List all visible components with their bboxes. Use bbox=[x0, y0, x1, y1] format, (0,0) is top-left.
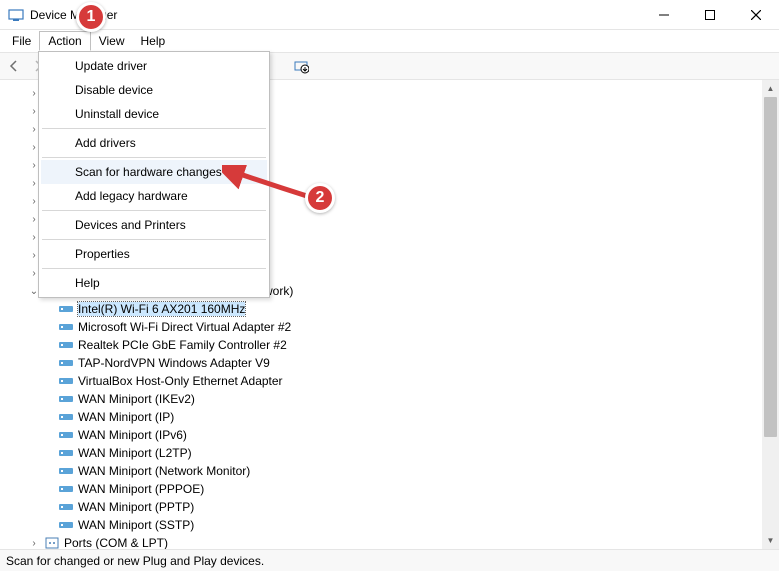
tree-item[interactable]: WAN Miniport (PPTP) bbox=[0, 498, 779, 516]
menu-disable-device[interactable]: Disable device bbox=[41, 78, 267, 102]
network-adapter-icon bbox=[58, 355, 74, 371]
tree-item[interactable]: Microsoft Wi-Fi Direct Virtual Adapter #… bbox=[0, 318, 779, 336]
tree-item[interactable]: WAN Miniport (IP) bbox=[0, 408, 779, 426]
tree-item[interactable]: WAN Miniport (IKEv2) bbox=[0, 390, 779, 408]
menu-properties[interactable]: Properties bbox=[41, 242, 267, 266]
network-adapter-icon bbox=[58, 409, 74, 425]
menu-file[interactable]: File bbox=[4, 32, 39, 50]
device-label: WAN Miniport (IKEv2) bbox=[78, 392, 195, 406]
device-label: WAN Miniport (Network Monitor) bbox=[78, 464, 250, 478]
device-label: Intel(R) Wi-Fi 6 AX201 160MHz bbox=[78, 302, 245, 316]
menu-add-legacy[interactable]: Add legacy hardware bbox=[41, 184, 267, 208]
app-icon bbox=[8, 7, 24, 23]
network-adapter-icon bbox=[58, 427, 74, 443]
tree-item[interactable]: WAN Miniport (PPPOE) bbox=[0, 480, 779, 498]
menu-uninstall-device[interactable]: Uninstall device bbox=[41, 102, 267, 126]
tree-item[interactable]: TAP-NordVPN Windows Adapter V9 bbox=[0, 354, 779, 372]
category-label: Ports (COM & LPT) bbox=[64, 536, 168, 549]
tree-item[interactable]: WAN Miniport (IPv6) bbox=[0, 426, 779, 444]
device-label: Realtek PCIe GbE Family Controller #2 bbox=[78, 338, 287, 352]
menu-devices-printers[interactable]: Devices and Printers bbox=[41, 213, 267, 237]
device-label: Microsoft Wi-Fi Direct Virtual Adapter #… bbox=[78, 320, 291, 334]
maximize-button[interactable] bbox=[687, 0, 733, 30]
menu-separator bbox=[42, 157, 266, 158]
chevron-right-icon[interactable]: › bbox=[28, 538, 40, 549]
device-label: VirtualBox Host-Only Ethernet Adapter bbox=[78, 374, 283, 388]
tree-item[interactable]: WAN Miniport (L2TP) bbox=[0, 444, 779, 462]
menubar: File Action View Help bbox=[0, 30, 779, 52]
menu-separator bbox=[42, 239, 266, 240]
scan-hardware-icon[interactable] bbox=[293, 58, 309, 74]
vertical-scrollbar[interactable]: ▲ ▼ bbox=[762, 80, 779, 549]
scroll-down-icon[interactable]: ▼ bbox=[762, 532, 779, 549]
annotation-2: 2 bbox=[305, 183, 335, 213]
tree-item[interactable]: Realtek PCIe GbE Family Controller #2 bbox=[0, 336, 779, 354]
tree-item[interactable]: WAN Miniport (SSTP) bbox=[0, 516, 779, 534]
menu-update-driver[interactable]: Update driver bbox=[41, 54, 267, 78]
scroll-up-icon[interactable]: ▲ bbox=[762, 80, 779, 97]
network-adapter-icon bbox=[58, 445, 74, 461]
menu-help-item[interactable]: Help bbox=[41, 271, 267, 295]
tree-item[interactable]: Intel(R) Wi-Fi 6 AX201 160MHz bbox=[0, 300, 779, 318]
menu-separator bbox=[42, 128, 266, 129]
device-label: WAN Miniport (SSTP) bbox=[78, 518, 194, 532]
network-adapter-icon bbox=[58, 463, 74, 479]
menu-view[interactable]: View bbox=[91, 32, 133, 50]
device-label: WAN Miniport (PPTP) bbox=[78, 500, 194, 514]
menu-separator bbox=[42, 268, 266, 269]
network-adapter-icon bbox=[58, 301, 74, 317]
device-label: WAN Miniport (PPPOE) bbox=[78, 482, 204, 496]
device-label: WAN Miniport (IP) bbox=[78, 410, 174, 424]
network-adapter-icon bbox=[58, 517, 74, 533]
tree-item[interactable]: WAN Miniport (Network Monitor) bbox=[0, 462, 779, 480]
device-label: WAN Miniport (L2TP) bbox=[78, 446, 192, 460]
back-icon[interactable] bbox=[6, 58, 22, 74]
status-text: Scan for changed or new Plug and Play de… bbox=[6, 554, 264, 568]
minimize-button[interactable] bbox=[641, 0, 687, 30]
network-adapter-icon bbox=[58, 499, 74, 515]
menu-scan-hardware[interactable]: Scan for hardware changes bbox=[41, 160, 267, 184]
action-dropdown: Update driver Disable device Uninstall d… bbox=[38, 51, 270, 298]
ports-icon bbox=[44, 535, 60, 549]
scrollbar-thumb[interactable] bbox=[764, 97, 777, 437]
device-label: TAP-NordVPN Windows Adapter V9 bbox=[78, 356, 270, 370]
device-label: WAN Miniport (IPv6) bbox=[78, 428, 187, 442]
network-adapter-icon bbox=[58, 391, 74, 407]
statusbar: Scan for changed or new Plug and Play de… bbox=[0, 549, 779, 571]
annotation-1: 1 bbox=[76, 2, 106, 32]
menu-action[interactable]: Action bbox=[39, 31, 90, 51]
close-button[interactable] bbox=[733, 0, 779, 30]
tree-category-ports[interactable]: › Ports (COM & LPT) bbox=[0, 534, 779, 549]
network-adapter-icon bbox=[58, 373, 74, 389]
network-adapter-icon bbox=[58, 337, 74, 353]
menu-add-drivers[interactable]: Add drivers bbox=[41, 131, 267, 155]
network-adapter-icon bbox=[58, 319, 74, 335]
menu-help[interactable]: Help bbox=[133, 32, 174, 50]
tree-item[interactable]: VirtualBox Host-Only Ethernet Adapter bbox=[0, 372, 779, 390]
network-adapter-icon bbox=[58, 481, 74, 497]
titlebar: Device Manager bbox=[0, 0, 779, 30]
menu-separator bbox=[42, 210, 266, 211]
